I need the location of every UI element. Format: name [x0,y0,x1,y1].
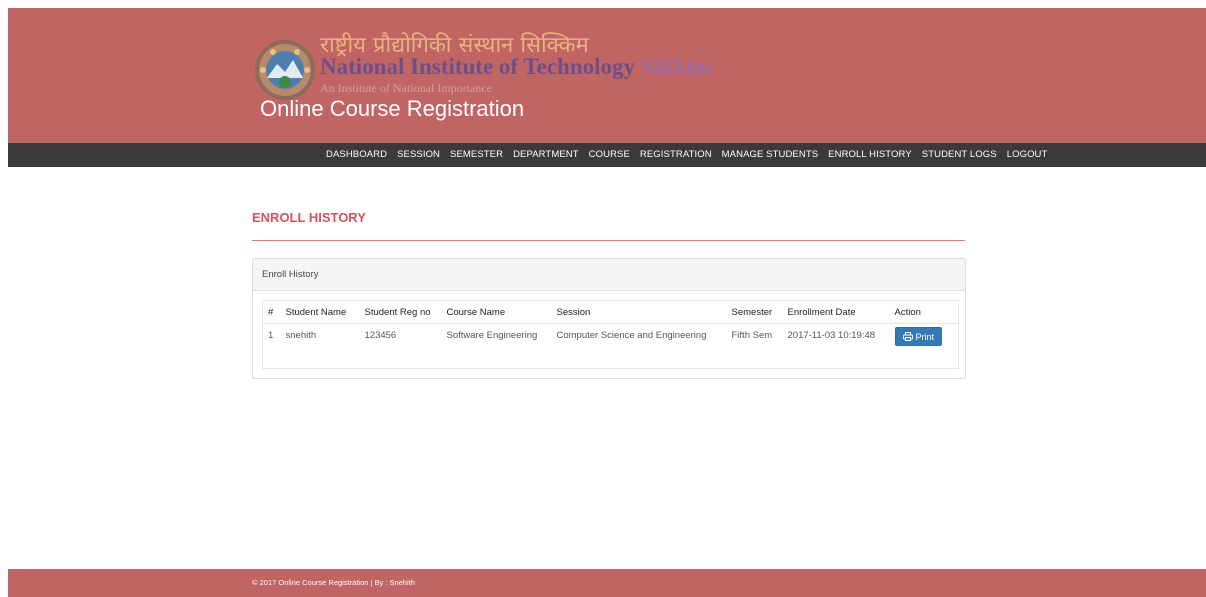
panel-body: # Student Name Student Reg no Course Nam… [253,291,965,378]
site-footer: © 2017 Online Course Registration | By :… [8,569,1206,597]
institute-name-main: National Institute of Technology [320,54,636,79]
column-header-action: Action [889,300,959,324]
page-title: ENROLL HISTORY [252,210,366,225]
heading-divider [252,240,965,241]
cell-course-name: Software Engineering [446,329,538,341]
site-header: राष्ट्रीय प्रौद्योगिकी संस्थान सिक्किम N… [8,8,1206,143]
footer-copyright: © 2017 Online Course Registration | By :… [252,578,415,587]
nav-item-logout[interactable]: LOGOUT [1002,143,1053,167]
column-header-student-name: Student Name [280,300,360,324]
main-nav: DASHBOARD SESSION SEMESTER DEPARTMENT CO… [8,143,1206,167]
enroll-history-table: # Student Name Student Reg no Course Nam… [262,300,959,369]
nav-item-registration[interactable]: REGISTRATION [635,143,717,167]
enroll-history-panel: Enroll History # Student Name Student Re… [252,258,966,379]
cell-enrollment-date: 2017-11-03 10:19:48 [787,329,876,341]
nav-item-department[interactable]: DEPARTMENT [508,143,584,167]
column-header-session: Session [551,300,727,324]
nav-item-course[interactable]: COURSE [584,143,635,167]
column-header-index: # [262,300,281,324]
nav-item-student-logs[interactable]: STUDENT LOGS [917,143,1002,167]
page: राष्ट्रीय प्रौद्योगिकी संस्थान सिक्किम N… [8,8,1206,597]
institute-tagline: An Institute of National Importance [320,81,492,95]
cell-student-name: snehith [285,329,317,341]
nav-item-enroll-history[interactable]: ENROLL HISTORY [823,143,917,167]
print-button-label: Print [915,331,935,342]
column-header-enrollment-date: Enrollment Date [782,300,890,324]
print-icon [902,332,913,342]
nav-item-semester[interactable]: SEMESTER [445,143,508,167]
nav-item-dashboard[interactable]: DASHBOARD [321,143,392,167]
institute-name-city: Sikkim [640,54,712,79]
print-button[interactable]: Print [894,327,943,347]
nav-item-session[interactable]: SESSION [392,143,445,167]
emblem-icon [255,40,315,100]
panel-title: Enroll History [253,259,965,291]
column-header-reg-no: Student Reg no [359,300,442,324]
cell-index: 1 [268,329,274,341]
app-title: Online Course Registration [260,96,525,121]
table-header-row: # Student Name Student Reg no Course Nam… [262,300,959,324]
table-spacer-row [263,347,959,369]
nav-list: DASHBOARD SESSION SEMESTER DEPARTMENT CO… [321,143,1052,167]
column-header-course-name: Course Name [441,300,552,324]
cell-reg-no: 123456 [364,329,397,341]
cell-session: Computer Science and Engineering [556,329,707,341]
cell-semester: Fifth Sem [731,329,773,341]
main-content: ENROLL HISTORY Enroll History # Student … [252,208,966,379]
cell-action: Print [890,324,959,347]
institute-name: National Institute of Technology Sikkim [320,54,711,80]
table-spacer-cell [263,347,959,369]
table-row: 1 snehith 123456 Software Engineering Co… [263,324,959,347]
nav-item-manage-students[interactable]: MANAGE STUDENTS [717,143,824,167]
column-header-semester: Semester [726,300,783,324]
